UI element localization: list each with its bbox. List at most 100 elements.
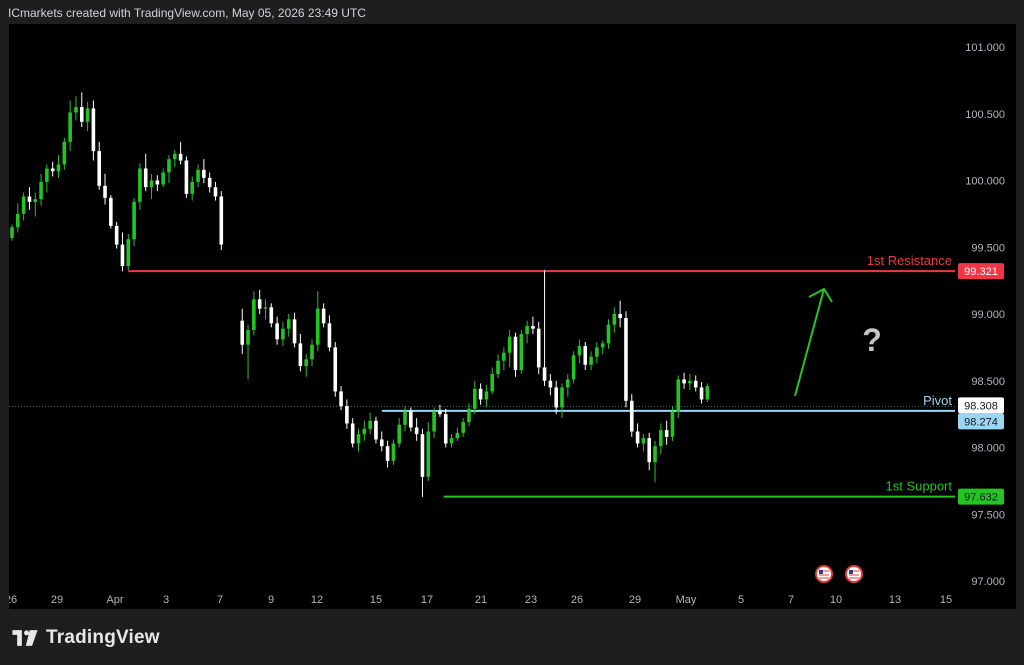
candle-body [219, 196, 224, 245]
candle-body [333, 347, 338, 392]
candle-body [120, 244, 125, 266]
candle-body [525, 326, 529, 335]
us-flag-icon[interactable] [815, 565, 833, 583]
candle-body [414, 427, 419, 435]
candle-body [240, 320, 245, 345]
x-tick-label: 3 [163, 594, 169, 606]
candle-body [196, 169, 200, 182]
candle-body [368, 420, 372, 429]
x-tick-label: May [676, 594, 697, 606]
x-tick-label: 23 [525, 594, 537, 606]
candle-body [554, 387, 558, 408]
candle-body [548, 380, 553, 388]
candle-body [286, 319, 291, 329]
candle-body [149, 180, 154, 188]
us-flag-icon[interactable] [845, 565, 863, 583]
candle-body [635, 431, 640, 444]
candle-body [155, 180, 160, 185]
x-tick-label: 13 [889, 594, 901, 606]
candle-body [705, 386, 710, 400]
candle-body [85, 108, 90, 122]
candle-body [356, 434, 361, 444]
x-tick-label: 7 [788, 594, 794, 606]
candle-body [502, 352, 506, 361]
candle-body [263, 307, 268, 309]
candle-body [420, 434, 425, 477]
candle-body [409, 411, 413, 428]
tradingview-logo-icon [12, 630, 38, 646]
candle-body [10, 227, 14, 238]
candle-body [467, 408, 471, 423]
candle-body [455, 432, 460, 439]
candle-body [542, 367, 547, 381]
x-tick-label: 17 [421, 594, 433, 606]
y-tick-label: 97.000 [971, 576, 1005, 588]
y-tick-label: 100.000 [965, 176, 1005, 188]
y-tick-label: 97.500 [971, 509, 1005, 521]
candle-body [350, 423, 355, 444]
candle-body [589, 356, 593, 365]
candle-body [513, 336, 518, 371]
candle-body [397, 424, 402, 444]
candles-layer [10, 92, 710, 497]
x-tick-label: 26 [9, 594, 17, 606]
candle-body [682, 379, 686, 384]
candle-body [190, 181, 195, 194]
candle-body [583, 346, 588, 365]
pivot-label: Pivot [923, 393, 952, 408]
candle-body [97, 151, 102, 186]
resistance-price-badge: 99.321 [964, 266, 998, 278]
candle-body [310, 344, 314, 360]
candle-body [676, 379, 681, 412]
candle-body [161, 172, 165, 185]
candle-body [16, 213, 20, 228]
candle-body [647, 438, 652, 463]
x-tick-label: 29 [629, 594, 641, 606]
candle-body [207, 177, 212, 188]
tradingview-brand: TradingView [46, 627, 160, 648]
candle-body [252, 299, 256, 331]
x-tick-label: 15 [370, 594, 382, 606]
candle-body [202, 169, 206, 178]
chart-credit: ICmarkets created with TradingView.com, … [8, 6, 366, 20]
pivot-price-badge: 98.274 [964, 416, 998, 428]
y-tick-label: 101.000 [965, 42, 1005, 54]
x-tick-label: 10 [830, 594, 842, 606]
candle-body [143, 168, 148, 188]
y-tick-label: 99.000 [971, 309, 1005, 321]
candle-body [345, 406, 349, 424]
candle-body [507, 336, 512, 353]
candle-body [432, 411, 436, 432]
candle-body [490, 374, 495, 392]
levels-layer: 1st Resistance Pivot 1st Support 99.321 98.3… [9, 253, 1004, 505]
candle-body [126, 239, 131, 266]
candle-body [641, 438, 646, 444]
candle-body [566, 379, 570, 388]
candle-body [426, 431, 431, 477]
candle-body [519, 334, 524, 371]
candle-body [257, 299, 262, 309]
candle-body [39, 181, 43, 200]
candle-body [571, 355, 576, 380]
x-tick-label: Apr [106, 594, 123, 606]
candle-body [114, 225, 119, 245]
chart-area[interactable]: 101.000 100.500 100.000 99.500 99.000 98.500 9… [5, 24, 1016, 609]
price-chart[interactable]: 101.000 100.500 100.000 99.500 99.000 98.500 9… [5, 24, 1016, 609]
candle-body [132, 201, 136, 240]
candle-body [693, 380, 698, 388]
candle-body [74, 107, 78, 113]
candle-body [109, 197, 113, 226]
candle-body [664, 430, 669, 437]
candle-body [292, 319, 297, 344]
y-tick-label: 100.500 [965, 109, 1005, 121]
candle-body [606, 324, 611, 344]
candle-body [178, 153, 183, 161]
candle-body [56, 164, 61, 172]
x-tick-label: 15 [940, 594, 952, 606]
candle-body [484, 391, 489, 400]
candle-body [560, 387, 564, 408]
candle-body [443, 414, 448, 444]
candle-body [391, 443, 396, 461]
candle-body [172, 153, 177, 160]
candle-body [670, 411, 675, 437]
